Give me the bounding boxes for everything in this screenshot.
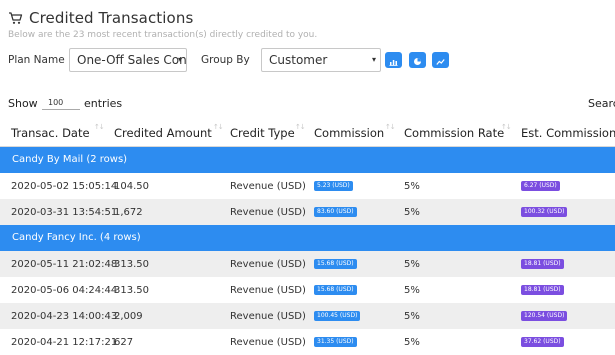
cell-date: 2020-05-02 15:05:14 — [11, 181, 118, 192]
col-header-type[interactable]: Credit Type — [230, 126, 295, 140]
bar-chart-button[interactable] — [385, 52, 402, 68]
caret-down-icon: ▾ — [177, 55, 182, 64]
plan-name-select[interactable]: One-Off Sales Cont ▾ — [69, 48, 187, 72]
col-header-date[interactable]: Transac. Date — [11, 126, 90, 140]
sort-icon: ↑↓ — [295, 123, 306, 131]
cell-date: 2020-04-23 14:00:43 — [11, 311, 118, 322]
page-subtitle: Below are the 23 most recent transaction… — [8, 30, 318, 40]
est-commission-badge: 6.27 (USD) — [521, 181, 560, 191]
col-header-commission[interactable]: Commission — [314, 126, 384, 140]
plan-name-label: Plan Name — [8, 54, 65, 66]
page-length-input[interactable] — [42, 96, 80, 110]
group-by-label: Group By — [201, 54, 250, 66]
show-label: Show — [8, 97, 38, 110]
sort-icon: ↑↓ — [385, 123, 396, 131]
table-row[interactable]: 2020-05-11 21:02:48 313.50 Revenue (USD)… — [0, 251, 615, 277]
sort-icon: ↑↓ — [213, 123, 224, 131]
cell-type: Revenue (USD) — [230, 337, 306, 348]
plan-name-value: One-Off Sales Cont — [77, 53, 187, 67]
cell-type: Revenue (USD) — [230, 285, 306, 296]
cell-date: 2020-05-11 21:02:48 — [11, 259, 118, 270]
cell-rate: 5% — [404, 181, 420, 192]
group-by-select[interactable]: Customer ▾ — [261, 48, 381, 72]
group-header-row[interactable]: Candy Fancy Inc. (4 rows) — [0, 225, 615, 251]
cell-amount: 313.50 — [114, 259, 149, 270]
group-header-row[interactable]: Candy By Mail (2 rows) — [0, 147, 615, 173]
cell-amount: 313.50 — [114, 285, 149, 296]
cell-rate: 5% — [404, 311, 420, 322]
filter-bar: Plan Name One-Off Sales Cont ▾ Group By … — [0, 48, 615, 74]
table-length-controls: Show entries Search — [0, 96, 615, 112]
cell-amount: 2,009 — [114, 311, 143, 322]
est-commission-badge: 37.62 (USD) — [521, 337, 564, 347]
cell-amount: 1,672 — [114, 207, 143, 218]
commission-badge: 31.35 (USD) — [314, 337, 357, 347]
cell-type: Revenue (USD) — [230, 181, 306, 192]
table-row[interactable]: 2020-04-23 14:00:43 2,009 Revenue (USD) … — [0, 303, 615, 329]
commission-badge: 5.23 (USD) — [314, 181, 353, 191]
est-commission-badge: 120.54 (USD) — [521, 311, 568, 321]
cell-date: 2020-04-21 12:17:21 — [11, 337, 118, 348]
est-commission-badge: 18.81 (USD) — [521, 259, 564, 269]
cell-amount: 104.50 — [114, 181, 149, 192]
cell-amount: 627 — [114, 337, 134, 348]
table-row[interactable]: 2020-04-21 12:17:21 627 Revenue (USD) 31… — [0, 329, 615, 355]
commission-badge: 15.68 (USD) — [314, 259, 357, 269]
caret-down-icon: ▾ — [371, 55, 376, 64]
col-header-est[interactable]: Est. Commission — [521, 126, 615, 140]
bar-chart-icon — [389, 51, 398, 70]
pie-chart-icon — [413, 51, 422, 70]
est-commission-badge: 18.81 (USD) — [521, 285, 564, 295]
cell-rate: 5% — [404, 337, 420, 348]
search-label: Search — [588, 97, 615, 110]
cell-rate: 5% — [404, 207, 420, 218]
cart-icon — [8, 11, 23, 25]
cell-type: Revenue (USD) — [230, 259, 306, 270]
table-header: Transac. Date ↑↓ Credited Amount ↑↓ Cred… — [0, 120, 615, 147]
cell-type: Revenue (USD) — [230, 207, 306, 218]
line-chart-button[interactable] — [432, 52, 449, 68]
cell-rate: 5% — [404, 285, 420, 296]
commission-badge: 100.45 (USD) — [314, 311, 361, 321]
cell-rate: 5% — [404, 259, 420, 270]
transactions-table: Transac. Date ↑↓ Credited Amount ↑↓ Cred… — [0, 120, 615, 355]
sort-icon: ↑↓ — [501, 123, 512, 131]
group-by-value: Customer — [269, 53, 328, 67]
commission-badge: 83.60 (USD) — [314, 207, 357, 217]
entries-label: entries — [84, 97, 123, 110]
cell-type: Revenue (USD) — [230, 311, 306, 322]
pie-chart-button[interactable] — [409, 52, 426, 68]
col-header-rate[interactable]: Commission Rate — [404, 126, 504, 140]
est-commission-badge: 100.32 (USD) — [521, 207, 568, 217]
table-row[interactable]: 2020-05-02 15:05:14 104.50 Revenue (USD)… — [0, 173, 615, 199]
sort-icon: ↑↓ — [94, 123, 105, 131]
line-chart-icon — [436, 51, 445, 70]
col-header-amount[interactable]: Credited Amount — [114, 126, 212, 140]
page-title: Credited Transactions — [29, 9, 194, 27]
table-row[interactable]: 2020-03-31 13:54:51 1,672 Revenue (USD) … — [0, 199, 615, 225]
cell-date: 2020-03-31 13:54:51 — [11, 207, 118, 218]
title-row: Credited Transactions — [8, 8, 193, 28]
cell-date: 2020-05-06 04:24:44 — [11, 285, 118, 296]
commission-badge: 15.68 (USD) — [314, 285, 357, 295]
table-row[interactable]: 2020-05-06 04:24:44 313.50 Revenue (USD)… — [0, 277, 615, 303]
